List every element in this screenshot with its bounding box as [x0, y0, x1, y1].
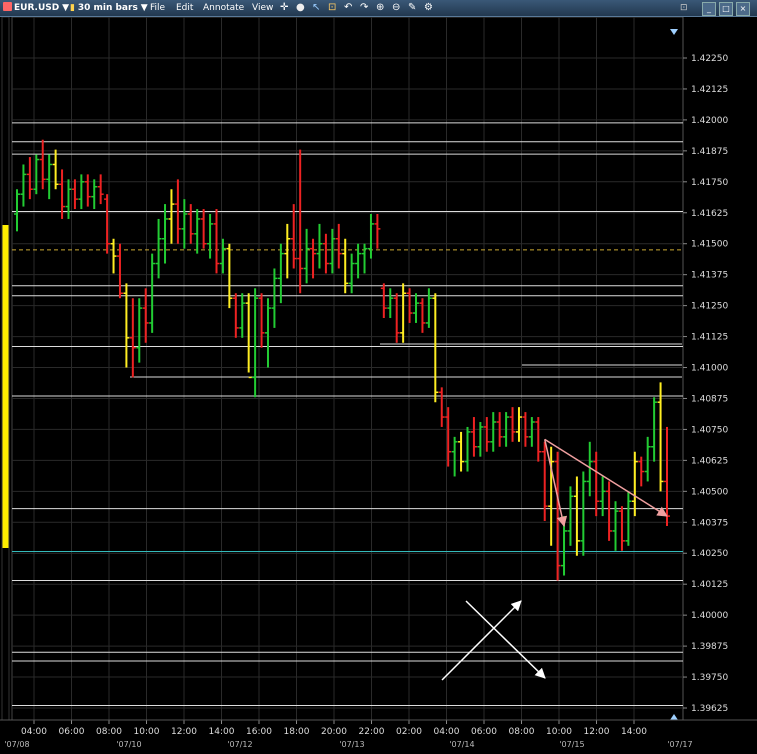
y-tick-label: 1.40750	[691, 425, 728, 435]
y-tick-label: 1.40000	[691, 611, 728, 621]
y-tick-label: 1.40125	[691, 580, 728, 590]
redo-icon[interactable]: ↷	[360, 2, 371, 13]
y-tick-label: 1.40500	[691, 487, 728, 497]
settings-icon[interactable]: ⚙	[424, 2, 435, 13]
interval-dropdown[interactable]: ▮ 30 min bars ▼	[70, 0, 148, 16]
x-tick-label: 22:00	[359, 727, 385, 737]
measure-icon[interactable]: ⊡	[328, 2, 339, 13]
x-date-label: '07/15	[559, 740, 584, 749]
maximize-button[interactable]: □	[719, 2, 733, 16]
x-date-label: '07/10	[116, 740, 141, 749]
pointer-icon[interactable]: ↖	[312, 2, 323, 13]
close-button[interactable]: ×	[736, 2, 750, 16]
x-date-label: '07/17	[667, 740, 692, 749]
price-chart[interactable]: 1.42250 1.42125 1.42000 1.41875 1.41750 1.416…	[0, 16, 757, 750]
wrench-icon[interactable]: ✎	[408, 2, 419, 13]
y-tick-label: 1.41375	[691, 271, 728, 281]
y-tick-label: 1.41750	[691, 178, 728, 188]
x-tick-label: 04:00	[434, 727, 460, 737]
symbol-label: EUR.USD	[14, 3, 60, 13]
y-tick-label: 1.41500	[691, 240, 728, 250]
zoom-in-icon[interactable]: ⊕	[376, 2, 387, 13]
bars-icon: ▮	[70, 3, 75, 13]
x-tick-label: 08:00	[96, 727, 122, 737]
x-date-label: '07/14	[449, 740, 474, 749]
lock-icon[interactable]: ⊡	[680, 0, 688, 16]
chart-area[interactable]: 1.42250 1.42125 1.42000 1.41875 1.41750 1.416…	[0, 16, 757, 750]
chevron-down-icon: ▼	[140, 3, 148, 13]
y-tick-label: 1.40250	[691, 549, 728, 559]
minimize-button[interactable]: _	[702, 2, 716, 16]
y-tick-label: 1.42125	[691, 85, 728, 95]
x-tick-label: 14:00	[621, 727, 647, 737]
menu-edit[interactable]: Edit	[176, 0, 193, 16]
symbol-flag-icon	[3, 2, 12, 11]
x-tick-label: 14:00	[209, 727, 235, 737]
x-date-label: '07/13	[339, 740, 364, 749]
menu-view[interactable]: View	[252, 0, 273, 16]
x-tick-label: 06:00	[59, 727, 85, 737]
x-tick-label: 20:00	[321, 727, 347, 737]
x-tick-label: 18:00	[284, 727, 310, 737]
y-tick-label: 1.42000	[691, 116, 728, 126]
symbol-dropdown[interactable]: EUR.USD ▼	[3, 0, 69, 16]
x-tick-label: 06:00	[471, 727, 497, 737]
y-tick-label: 1.40875	[691, 394, 728, 404]
y-tick-label: 1.41125	[691, 333, 728, 343]
x-tick-label: 12:00	[584, 727, 610, 737]
x-date-label: '07/08	[4, 740, 29, 749]
y-tick-label: 1.41625	[691, 209, 728, 219]
menu-file[interactable]: File	[150, 0, 165, 16]
zoom-out-icon[interactable]: ⊖	[392, 2, 403, 13]
x-tick-label: 16:00	[246, 727, 272, 737]
y-tick-label: 1.41000	[691, 364, 728, 374]
y-tick-label: 1.39625	[691, 704, 728, 714]
x-tick-label: 08:00	[509, 727, 535, 737]
x-tick-label: 02:00	[396, 727, 422, 737]
y-tick-label: 1.41250	[691, 302, 728, 312]
interval-label: 30 min bars	[77, 3, 138, 13]
dot-icon[interactable]: ●	[296, 2, 307, 13]
x-tick-label: 12:00	[171, 727, 197, 737]
y-tick-label: 1.41875	[691, 147, 728, 157]
y-tick-label: 1.40625	[691, 456, 728, 466]
x-tick-label: 10:00	[546, 727, 572, 737]
x-tick-label: 04:00	[21, 727, 47, 737]
y-tick-label: 1.39875	[691, 642, 728, 652]
y-tick-label: 1.42250	[691, 54, 728, 64]
x-date-label: '07/12	[227, 740, 252, 749]
left-volume-bar	[2, 225, 9, 548]
menu-annotate[interactable]: Annotate	[203, 0, 244, 16]
chevron-down-icon: ▼	[62, 3, 70, 13]
x-tick-label: 10:00	[134, 727, 160, 737]
undo-icon[interactable]: ↶	[344, 2, 355, 13]
crosshair-icon[interactable]: ✛	[280, 2, 291, 13]
y-tick-label: 1.40375	[691, 518, 728, 528]
y-tick-label: 1.39750	[691, 673, 728, 683]
